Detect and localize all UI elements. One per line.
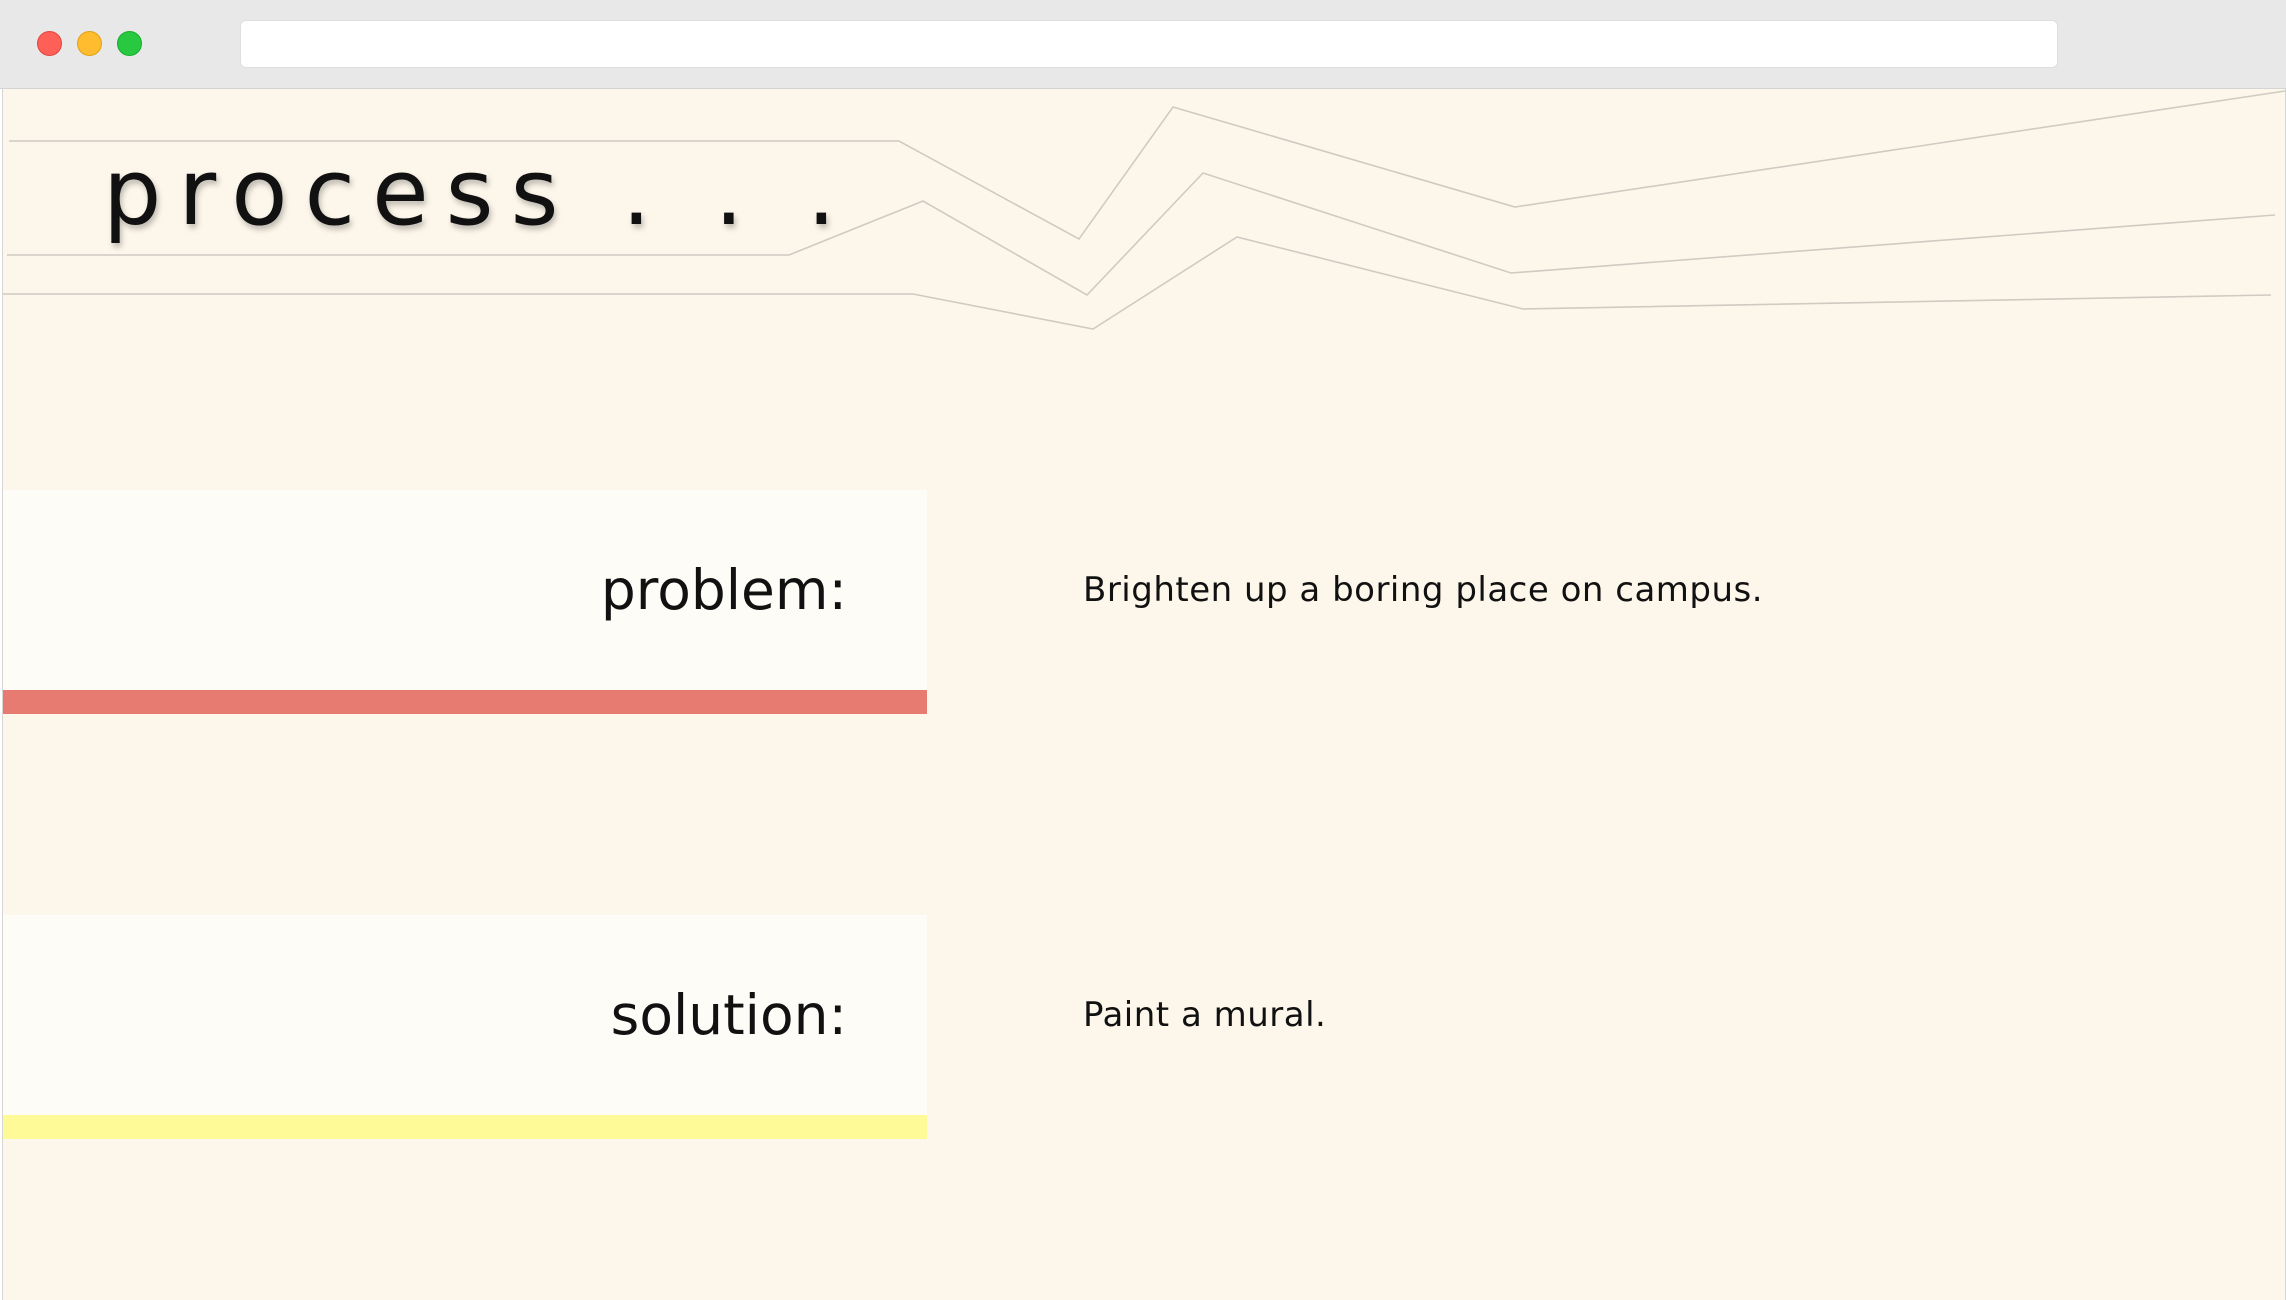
solution-label: solution: <box>610 983 847 1047</box>
problem-accent-bar <box>3 690 927 714</box>
page-title: process . . . <box>103 139 853 246</box>
address-bar[interactable] <box>240 20 2058 68</box>
solution-accent-bar <box>3 1115 927 1139</box>
close-icon[interactable] <box>37 31 62 56</box>
decorative-line-bottom <box>3 236 2272 330</box>
problem-label-card: problem: <box>3 490 927 690</box>
problem-label: problem: <box>600 558 847 622</box>
maximize-icon[interactable] <box>117 31 142 56</box>
browser-window: process . . . problem: Brighten up a bor… <box>0 0 2286 1300</box>
problem-description: Brighten up a boring place on campus. <box>1083 570 1764 610</box>
solution-label-card: solution: <box>3 915 927 1115</box>
browser-titlebar <box>0 0 2286 89</box>
problem-section: problem: Brighten up a boring place on c… <box>3 490 2285 720</box>
solution-description: Paint a mural. <box>1083 995 1327 1035</box>
page-viewport: process . . . problem: Brighten up a bor… <box>2 89 2286 1300</box>
minimize-icon[interactable] <box>77 31 102 56</box>
solution-section: solution: Paint a mural. <box>3 915 2285 1145</box>
